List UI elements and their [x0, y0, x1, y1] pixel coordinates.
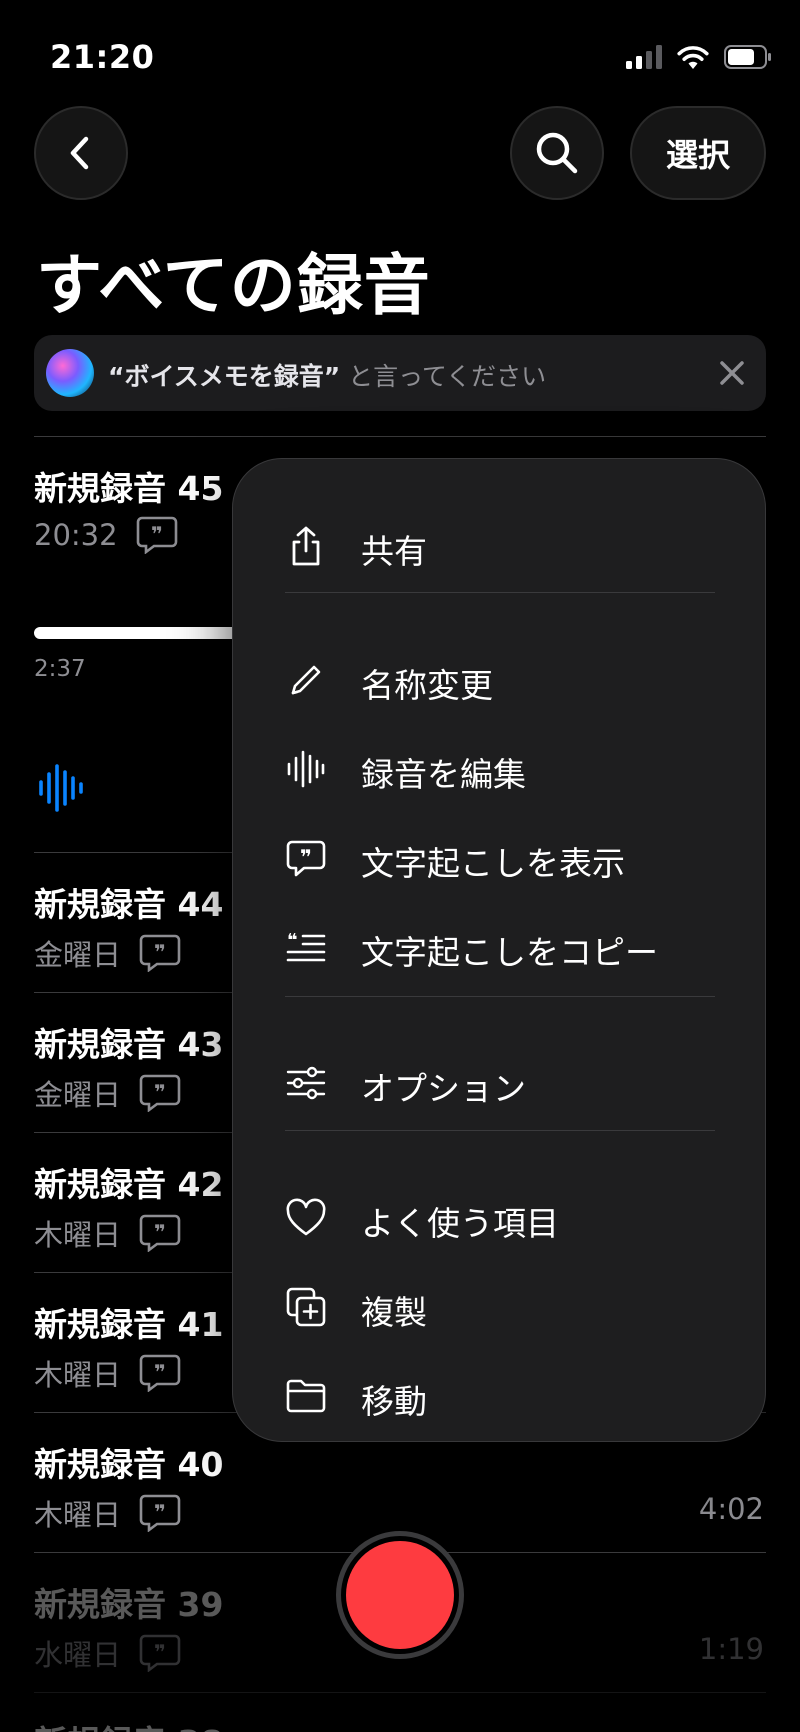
menu-item-rename[interactable]: 名称変更 — [233, 639, 765, 719]
svg-text:❞: ❞ — [154, 1640, 166, 1664]
pencil-icon — [291, 665, 321, 695]
menu-item-share[interactable]: 共有 — [233, 505, 765, 585]
record-button[interactable] — [346, 1541, 454, 1649]
recording-meta: 木曜日 ❞ — [34, 1212, 181, 1254]
menu-separator — [285, 996, 715, 997]
menu-item-options[interactable]: オプション — [233, 1042, 765, 1122]
menu-item-label: オプション — [361, 1069, 526, 1108]
recording-meta: 20:32 ❞ — [34, 516, 178, 554]
cellular-signal-icon — [626, 45, 662, 69]
elapsed-time: 2:37 — [34, 656, 86, 682]
list-divider — [34, 1692, 766, 1693]
recording-date: 20:32 — [34, 518, 118, 552]
menu-item-duplicate[interactable]: 複製 — [233, 1266, 765, 1346]
transcript-badge-icon: ❞ — [139, 1354, 181, 1392]
recording-date: 水曜日 — [34, 1638, 122, 1672]
recording-duration: 4:02 — [698, 1492, 764, 1526]
playback-scrubber[interactable] — [34, 627, 244, 639]
battery-icon — [724, 45, 771, 69]
status-icons — [626, 44, 772, 70]
recording-date: 木曜日 — [34, 1218, 122, 1252]
siri-quote-open: “ — [108, 362, 125, 391]
svg-text:❞: ❞ — [154, 1500, 166, 1524]
recording-title: 新規録音 44 — [34, 885, 224, 924]
menu-item-move[interactable]: 移動 — [233, 1355, 765, 1435]
svg-text:❞: ❞ — [151, 522, 163, 546]
recording-title: 新規録音 39 — [34, 1585, 224, 1624]
transcript-badge-icon: ❞ — [139, 1634, 181, 1672]
svg-text:❝: ❝ — [287, 930, 298, 951]
heart-icon — [286, 1198, 326, 1236]
folder-icon — [286, 1379, 326, 1413]
menu-item-label: 名称変更 — [361, 666, 493, 705]
recording-meta: 金曜日 ❞ — [34, 932, 181, 974]
svg-text:❞: ❞ — [154, 1220, 166, 1244]
svg-text:❞: ❞ — [300, 845, 312, 869]
back-button[interactable] — [34, 106, 128, 200]
svg-text:❞: ❞ — [154, 1080, 166, 1104]
recording-title: 新規録音 43 — [34, 1025, 224, 1064]
list-divider — [34, 436, 766, 437]
recording-title: 新規録音 41 — [34, 1305, 224, 1344]
page-title: すべての録音 — [36, 247, 431, 324]
menu-separator — [285, 1130, 715, 1131]
transcript-badge-icon: ❞ — [139, 1494, 181, 1532]
menu-item-label: 文字起こしをコピー — [361, 933, 658, 972]
recording-title: 新規録音 40 — [34, 1445, 224, 1484]
menu-item-favorites[interactable]: よく使う項目 — [233, 1177, 765, 1257]
siri-phrase: ボイスメモを録音 — [124, 362, 324, 391]
transcript-badge-icon: ❞ — [136, 516, 177, 554]
menu-separator — [285, 592, 715, 593]
svg-text:❞: ❞ — [154, 940, 166, 964]
menu-item-show-transcript[interactable]: ❞ 文字起こしを表示 — [233, 817, 765, 897]
recording-meta: 金曜日 ❞ — [34, 1072, 181, 1114]
sliders-icon — [286, 1066, 326, 1100]
context-menu: 共有 名称変更 録音を編集 ❞ 文字起こしを表示 ❝ 文字起こしをコピー オプシ… — [232, 458, 766, 1442]
recording-date: 金曜日 — [34, 1078, 122, 1112]
siri-icon — [46, 349, 94, 397]
svg-text:❞: ❞ — [154, 1360, 166, 1384]
recording-duration: 1:19 — [698, 1632, 764, 1666]
wifi-icon — [677, 46, 709, 69]
status-time: 21:20 — [50, 38, 155, 76]
chevron-left-icon — [70, 136, 89, 170]
menu-item-label: よく使う項目 — [361, 1204, 559, 1243]
siri-quote-close: ” — [323, 362, 341, 391]
share-icon — [292, 526, 320, 566]
siri-suffix: と言ってください — [340, 362, 547, 391]
menu-item-label: 複製 — [361, 1293, 427, 1332]
close-icon[interactable] — [714, 355, 750, 391]
transcript-lines-icon: ❝ — [286, 930, 326, 962]
status-bar: 21:20 — [0, 0, 800, 110]
recording-date: 金曜日 — [34, 938, 122, 972]
transcript-badge-icon: ❞ — [139, 1074, 181, 1112]
siri-suggestion-text: “ボイスメモを録音” と言ってください — [108, 357, 546, 393]
recording-date: 木曜日 — [34, 1498, 122, 1532]
recording-meta: 水曜日 ❞ — [34, 1632, 181, 1674]
menu-item-label: 録音を編集 — [361, 755, 526, 794]
menu-item-label: 移動 — [361, 1382, 427, 1421]
recording-title: 新規録音 42 — [34, 1165, 224, 1204]
transcript-bubble-icon: ❞ — [286, 840, 326, 877]
duplicate-icon — [286, 1287, 326, 1327]
select-button[interactable]: 選択 — [630, 106, 766, 200]
menu-item-edit-recording[interactable]: 録音を編集 — [233, 728, 765, 808]
search-icon — [536, 132, 578, 174]
recording-meta: 木曜日 ❞ — [34, 1352, 181, 1394]
menu-item-copy-transcript[interactable]: ❝ 文字起こしをコピー — [233, 906, 765, 986]
menu-item-label: 文字起こしを表示 — [361, 844, 625, 883]
waveform-edit-icon[interactable] — [38, 764, 84, 812]
recording-title: 新規録音 45 — [34, 469, 224, 508]
waveform-icon — [287, 750, 325, 788]
recording-meta: 木曜日 ❞ — [34, 1492, 181, 1534]
transcript-badge-icon: ❞ — [139, 1214, 181, 1252]
recording-date: 木曜日 — [34, 1358, 122, 1392]
siri-suggestion-banner[interactable]: “ボイスメモを録音” と言ってください — [34, 335, 766, 411]
menu-item-label: 共有 — [361, 532, 427, 571]
transcript-badge-icon: ❞ — [139, 934, 181, 972]
recording-title: 新規録音 38 — [34, 1716, 223, 1732]
search-button[interactable] — [510, 106, 604, 200]
